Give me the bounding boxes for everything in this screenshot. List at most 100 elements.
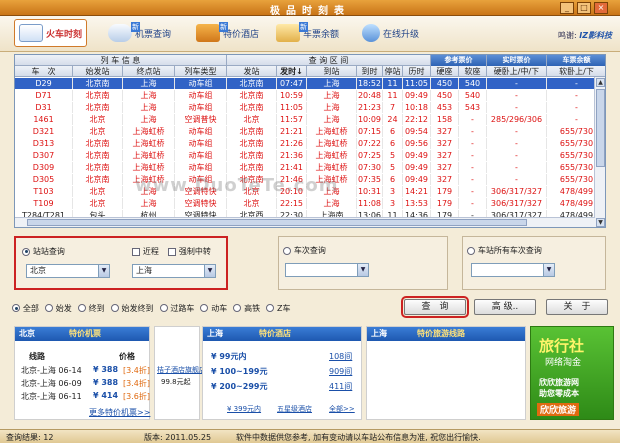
flight-route[interactable]: 北京-上海 06-09 xyxy=(21,378,82,389)
col-hard-seat[interactable]: 硬座 xyxy=(431,66,459,77)
table-cell: 空调普快 xyxy=(175,114,227,125)
filter-emu[interactable]: 动车 xyxy=(200,303,227,314)
hotel-link-all[interactable]: 全部>> xyxy=(329,404,355,414)
scroll-up-icon[interactable]: ▲ xyxy=(596,78,605,87)
tab-label: 特价酒店 xyxy=(223,29,260,40)
col-depart-time[interactable]: 发时↓ xyxy=(277,66,307,77)
scroll-thumb[interactable] xyxy=(27,219,527,226)
table-row[interactable]: T109 北京 上海 空调特快 北京 22:15 上海 11:08 3 13:53 179-306/… xyxy=(15,198,595,209)
scroll-thumb[interactable] xyxy=(596,89,605,167)
flight-title: 特价机票 xyxy=(69,329,101,338)
table-row[interactable]: D313 北京南 上海虹桥 动车组 北京南 21:26 上海虹桥 07:22 6 09:56 327… xyxy=(15,138,595,149)
table-row[interactable]: D29 北京南 上海 动车组 北京南 07:47 上海 18:52 11 11:05 450 540-… xyxy=(15,78,595,89)
table-cell: 北京南 xyxy=(227,102,277,113)
timetable-grid[interactable]: 列 车 信 息 查 询 区 间 参考票价 实时票价 车票余额 车 次 始发站 终… xyxy=(14,54,606,228)
filter-terminal[interactable]: 终到 xyxy=(77,303,105,314)
col-train-type[interactable]: 列车类型 xyxy=(175,66,227,77)
more-flights-link[interactable]: 更多特价机票>> xyxy=(89,407,150,418)
scroll-down-icon[interactable]: ▼ xyxy=(596,218,605,227)
col-origin[interactable]: 始发站 xyxy=(73,66,123,77)
table-cell: - xyxy=(459,126,487,137)
table-cell: 24 xyxy=(383,114,403,125)
travel-agency-banner[interactable]: 旅行社 网络淘金 欣欣旅游网 助您零成本 欣欣旅游 xyxy=(530,326,614,420)
hotel-price-range[interactable]: ¥ 99元内 xyxy=(211,351,246,362)
table-cell: 北京 xyxy=(73,114,123,125)
to-station-select[interactable]: 上海 ▼ xyxy=(132,264,216,278)
table-cell: - xyxy=(487,174,547,185)
table-cell: 北京南 xyxy=(73,162,123,173)
flight-route[interactable]: 北京-上海 06-11 xyxy=(21,391,82,402)
table-cell: 21:23 xyxy=(357,102,383,113)
hotel-link-five-star[interactable]: 五星级酒店 xyxy=(277,404,312,414)
table-cell: 北京 xyxy=(73,126,123,137)
filter-origin[interactable]: 始发 xyxy=(44,303,72,314)
about-button[interactable]: 关 于 xyxy=(546,299,608,315)
filter-all[interactable]: 全部 xyxy=(12,303,39,314)
tab-online-update[interactable]: 在线升级 xyxy=(362,19,419,47)
table-cell: 10:59 xyxy=(277,90,307,101)
table-cell: - xyxy=(459,198,487,209)
table-cell: 北京南 xyxy=(73,90,123,101)
col-stops[interactable]: 停站 xyxy=(383,66,403,77)
table-row[interactable]: D307 北京南 上海虹桥 动车组 北京南 21:36 上海虹桥 07:25 5 09:49 327… xyxy=(15,150,595,161)
sponsor-logo[interactable]: 鸣谢: IZ影科技 xyxy=(558,30,612,41)
col-soft-seat[interactable]: 软座 xyxy=(459,66,487,77)
horizontal-scrollbar[interactable] xyxy=(15,217,595,227)
train-number-select[interactable]: ▼ xyxy=(285,263,369,277)
radio-icon xyxy=(266,304,275,312)
table-cell: - xyxy=(487,102,547,113)
table-row[interactable]: D71 北京南 上海 动车组 北京南 10:59 上海 20:48 11 09:49 450 540-… xyxy=(15,90,595,101)
flight-price[interactable]: ¥ 414 xyxy=(93,391,118,400)
tab-hotel[interactable]: 新 特价酒店 xyxy=(196,19,259,47)
hotel-mini-ad[interactable]: 桔子酒店旗舰店 99.8元起 xyxy=(154,326,206,420)
train-query-radio[interactable]: 车次查询 xyxy=(283,245,326,256)
minimize-button[interactable]: _ xyxy=(560,2,574,14)
table-cell: 13:53 xyxy=(403,198,431,209)
force-transfer-checkbox[interactable]: 强制中转 xyxy=(168,246,211,257)
hotel-price-range[interactable]: ¥ 100~199元 xyxy=(211,366,267,377)
hotel-link-399[interactable]: ¥ 399元内 xyxy=(227,404,261,414)
advanced-button[interactable]: 高 级.. xyxy=(474,299,536,315)
hotel-count[interactable]: 411间 xyxy=(329,381,352,392)
tab-ticket-balance[interactable]: 新 车票余额 xyxy=(276,19,339,47)
hotel-count[interactable]: 909间 xyxy=(329,366,352,377)
col-soft-sleeper[interactable]: 软卧上/下 xyxy=(547,66,605,77)
col-duration[interactable]: 历时 xyxy=(403,66,431,77)
query-button[interactable]: 查 询 xyxy=(401,296,469,318)
close-button[interactable]: × xyxy=(594,2,608,14)
station-query-radio[interactable]: 站站查询 xyxy=(22,246,65,257)
nearby-checkbox[interactable]: 近程 xyxy=(132,246,159,257)
col-arrive-time[interactable]: 到时 xyxy=(357,66,383,77)
table-cell: 北京南 xyxy=(73,138,123,149)
table-cell: D313 xyxy=(15,138,73,149)
flight-route[interactable]: 北京-上海 06-14 xyxy=(21,365,82,376)
tab-flight-query[interactable]: 新 机票查询 xyxy=(108,19,171,47)
table-row[interactable]: D321 北京 上海虹桥 动车组 北京南 21:21 上海虹桥 07:15 6 09:54 327-… xyxy=(15,126,595,137)
filter-origin-terminal[interactable]: 始发终到 xyxy=(110,303,154,314)
sort-down-icon: ↓ xyxy=(296,67,303,76)
table-row[interactable]: 1461 北京 上海 空调普快 北京 11:57 上海 10:09 24 22:12 158-285… xyxy=(15,114,595,125)
maximize-button[interactable]: □ xyxy=(577,2,591,14)
col-hard-sleeper[interactable]: 硬卧上/中/下 xyxy=(487,66,547,77)
table-row[interactable]: D31 北京南 上海 动车组 北京南 11:05 上海 21:23 7 10:18 453 543- - xyxy=(15,102,595,113)
tab-label: 在线升级 xyxy=(383,29,420,40)
travel-line2: 助您零成本 xyxy=(539,389,579,398)
table-row[interactable]: D309 北京南 上海虹桥 动车组 北京南 21:41 上海虹桥 07:30 5 09:49 327… xyxy=(15,162,595,173)
filter-z-train[interactable]: Z车 xyxy=(266,303,290,314)
hotel-count[interactable]: 108间 xyxy=(329,351,352,362)
table-cell: 540 xyxy=(459,90,487,101)
station-select[interactable]: ▼ xyxy=(471,263,555,277)
tab-train-schedule[interactable]: 火车时刻 xyxy=(14,19,88,47)
col-terminus[interactable]: 终点站 xyxy=(123,66,175,77)
col-depart-station[interactable]: 发站 xyxy=(227,66,277,77)
station-all-query-radio[interactable]: 车站所有车次查询 xyxy=(467,245,542,256)
filter-passing[interactable]: 过路车 xyxy=(159,303,194,314)
vertical-scrollbar[interactable]: ▲ ▼ xyxy=(594,77,605,227)
col-train-no[interactable]: 车 次 xyxy=(15,66,73,77)
hotel-price-range[interactable]: ¥ 200~299元 xyxy=(211,381,267,392)
flight-price[interactable]: ¥ 388 xyxy=(93,365,118,374)
from-station-select[interactable]: 北京 ▼ xyxy=(26,264,110,278)
col-arrive-station[interactable]: 到站 xyxy=(307,66,357,77)
flight-price[interactable]: ¥ 388 xyxy=(93,378,118,387)
filter-high-speed[interactable]: 高铁 xyxy=(233,303,260,314)
